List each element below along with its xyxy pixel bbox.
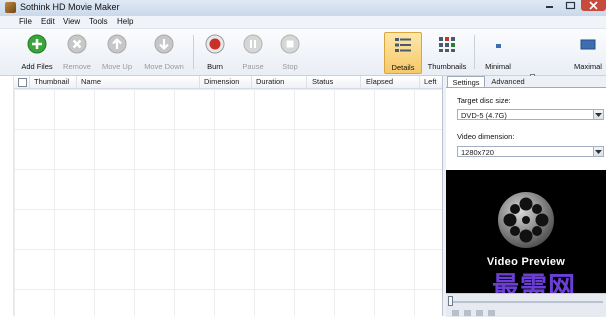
previous-icon[interactable] — [476, 310, 483, 316]
file-list[interactable]: Thumbnail Name Dimension Duration Status… — [14, 76, 443, 316]
minimal-button[interactable]: Minimal — [480, 29, 516, 75]
chevron-down-icon[interactable] — [593, 110, 603, 119]
select-all-checkbox[interactable] — [18, 78, 27, 87]
film-reel-icon — [498, 192, 554, 248]
maximal-icon — [580, 39, 596, 50]
maximize-button[interactable] — [560, 0, 580, 11]
window-title: Sothink HD Movie Maker — [20, 2, 120, 12]
burn-button[interactable]: Burn — [198, 29, 232, 75]
minimal-icon — [496, 44, 501, 48]
add-icon — [27, 34, 47, 54]
maximal-button[interactable]: Maximal — [570, 29, 606, 75]
playback-bar — [446, 293, 606, 317]
stop-icon — [280, 34, 300, 54]
pause-button[interactable]: Pause — [236, 29, 270, 75]
menu-file[interactable]: File — [19, 17, 32, 26]
list-grid — [14, 89, 442, 316]
chevron-down-icon[interactable] — [593, 147, 603, 156]
arrow-up-icon — [107, 34, 127, 54]
move-down-button[interactable]: Move Down — [140, 29, 188, 75]
column-thumbnail[interactable]: Thumbnail — [34, 77, 69, 86]
video-preview: Video Preview 最需网 — [446, 170, 606, 293]
tab-settings[interactable]: Settings — [447, 76, 485, 87]
video-dimension-label: Video dimension: — [457, 132, 515, 141]
close-button[interactable] — [581, 0, 606, 11]
column-dimension[interactable]: Dimension — [204, 77, 239, 86]
column-left[interactable]: Left — [424, 77, 437, 86]
column-status[interactable]: Status — [312, 77, 333, 86]
add-files-button[interactable]: Add Files — [18, 29, 56, 75]
seek-thumb[interactable] — [448, 296, 453, 306]
watermark: 最需网 — [492, 272, 576, 293]
toolbar: Add Files Remove Move Up Move Down Burn — [0, 29, 606, 85]
burn-icon — [205, 34, 225, 54]
settings-body: Target disc size: DVD-5 (4.7G) Video dim… — [446, 87, 606, 170]
details-view-button[interactable]: Details — [384, 32, 422, 74]
arrow-down-icon — [154, 34, 174, 54]
thumbnails-view-button[interactable]: Thumbnails — [425, 29, 469, 75]
tab-advanced[interactable]: Advanced — [487, 76, 529, 87]
column-duration[interactable]: Duration — [256, 77, 284, 86]
menu-help[interactable]: Help — [117, 17, 133, 26]
seek-track[interactable] — [448, 301, 603, 303]
left-margin — [0, 76, 14, 316]
menu-view[interactable]: View — [63, 17, 80, 26]
minimize-button[interactable] — [539, 0, 559, 11]
stop-button[interactable]: Stop — [273, 29, 307, 75]
toolbar-separator — [193, 35, 194, 69]
target-disc-label: Target disc size: — [457, 96, 511, 105]
video-dimension-select[interactable]: 1280x720 — [457, 146, 604, 157]
thumbnails-icon — [439, 37, 455, 52]
list-header: Thumbnail Name Dimension Duration Status… — [14, 76, 442, 89]
remove-icon — [67, 34, 87, 54]
menu-edit[interactable]: Edit — [41, 17, 55, 26]
details-icon — [395, 38, 411, 52]
target-disc-select[interactable]: DVD-5 (4.7G) — [457, 109, 604, 120]
move-up-button[interactable]: Move Up — [98, 29, 136, 75]
app-icon — [5, 2, 16, 13]
play-icon[interactable] — [452, 310, 459, 316]
pause-icon — [243, 34, 263, 54]
column-elapsed[interactable]: Elapsed — [366, 77, 393, 86]
remove-button[interactable]: Remove — [58, 29, 96, 75]
stop-playback-icon[interactable] — [464, 310, 471, 316]
menu-bar: File Edit View Tools Help — [0, 16, 606, 29]
toolbar-separator — [474, 35, 475, 69]
menu-tools[interactable]: Tools — [89, 17, 108, 26]
column-name[interactable]: Name — [81, 77, 101, 86]
next-icon[interactable] — [488, 310, 495, 316]
title-bar: Sothink HD Movie Maker — [0, 0, 606, 16]
